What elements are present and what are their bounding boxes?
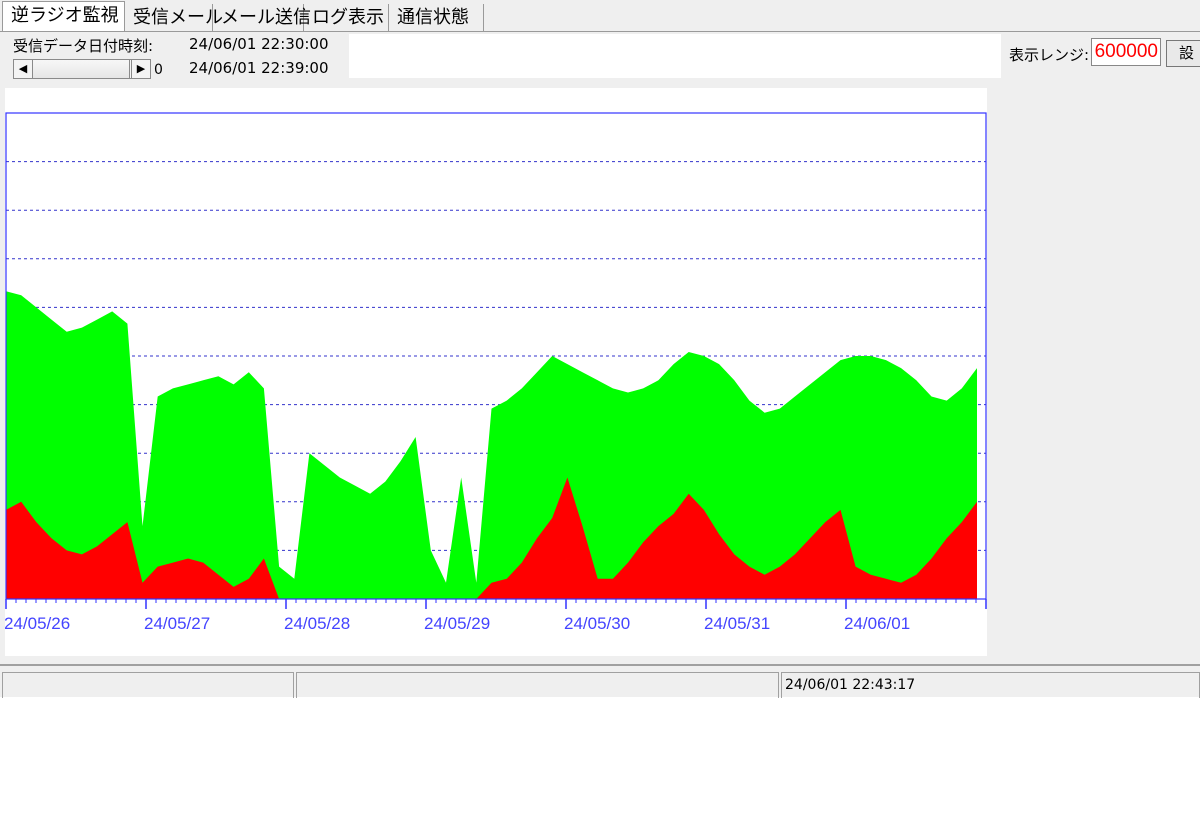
x-tick-label: 24/05/30 [564, 614, 630, 633]
app-window: 逆ラジオ監視 受信メール メール送信 ログ表示 通信状態 受信データ日付時刻: … [0, 0, 1200, 698]
scroll-value: 0 [154, 62, 163, 78]
tab-reverse-radio-monitor[interactable]: 逆ラジオ監視 [2, 1, 125, 32]
display-range-label: 表示レンジ: [1009, 46, 1090, 64]
tab-received-mail[interactable]: 受信メール [125, 4, 223, 31]
scroll-thumb[interactable] [33, 60, 130, 78]
time-scrollbar[interactable]: ◀ ▶ [13, 59, 151, 79]
x-tick-label: 24/05/26 [5, 614, 70, 633]
traffic-chart: 24/05/26 24/05/27 24/05/28 24/05/29 24/05/30… [5, 112, 987, 633]
status-pane-2 [296, 672, 779, 698]
status-timestamp: 24/06/01 22:43:17 [781, 672, 1200, 698]
status-pane-1 [2, 672, 294, 698]
tab-log-view[interactable]: ログ表示 [304, 4, 389, 31]
x-tick-label: 24/05/31 [704, 614, 770, 633]
x-tick-label: 24/05/28 [284, 614, 350, 633]
set-button[interactable]: 設 [1166, 40, 1200, 67]
x-tick-label: 24/06/01 [844, 614, 910, 633]
received-time-start: 24/06/01 22:30:00 [189, 35, 329, 53]
tab-bar: 逆ラジオ監視 受信メール メール送信 ログ表示 通信状態 [0, 0, 1200, 32]
x-tick-label: 24/05/29 [424, 614, 490, 633]
tab-send-mail[interactable]: メール送信 [213, 4, 311, 31]
x-tick-label: 24/05/27 [144, 614, 210, 633]
tab-divider [0, 31, 1200, 32]
chart-panel: 24/05/26 24/05/27 24/05/28 24/05/29 24/05/30… [5, 88, 987, 656]
message-box [349, 34, 1001, 78]
tab-connection-status[interactable]: 通信状態 [389, 4, 484, 31]
scroll-right-icon[interactable]: ▶ [131, 60, 150, 78]
received-time-label: 受信データ日付時刻: [13, 37, 154, 55]
status-bar: 24/06/01 22:43:17 [0, 664, 1200, 698]
received-time-end: 24/06/01 22:39:00 [189, 59, 329, 77]
display-range-input[interactable]: 600000 [1091, 38, 1161, 66]
scroll-left-icon[interactable]: ◀ [14, 60, 33, 78]
